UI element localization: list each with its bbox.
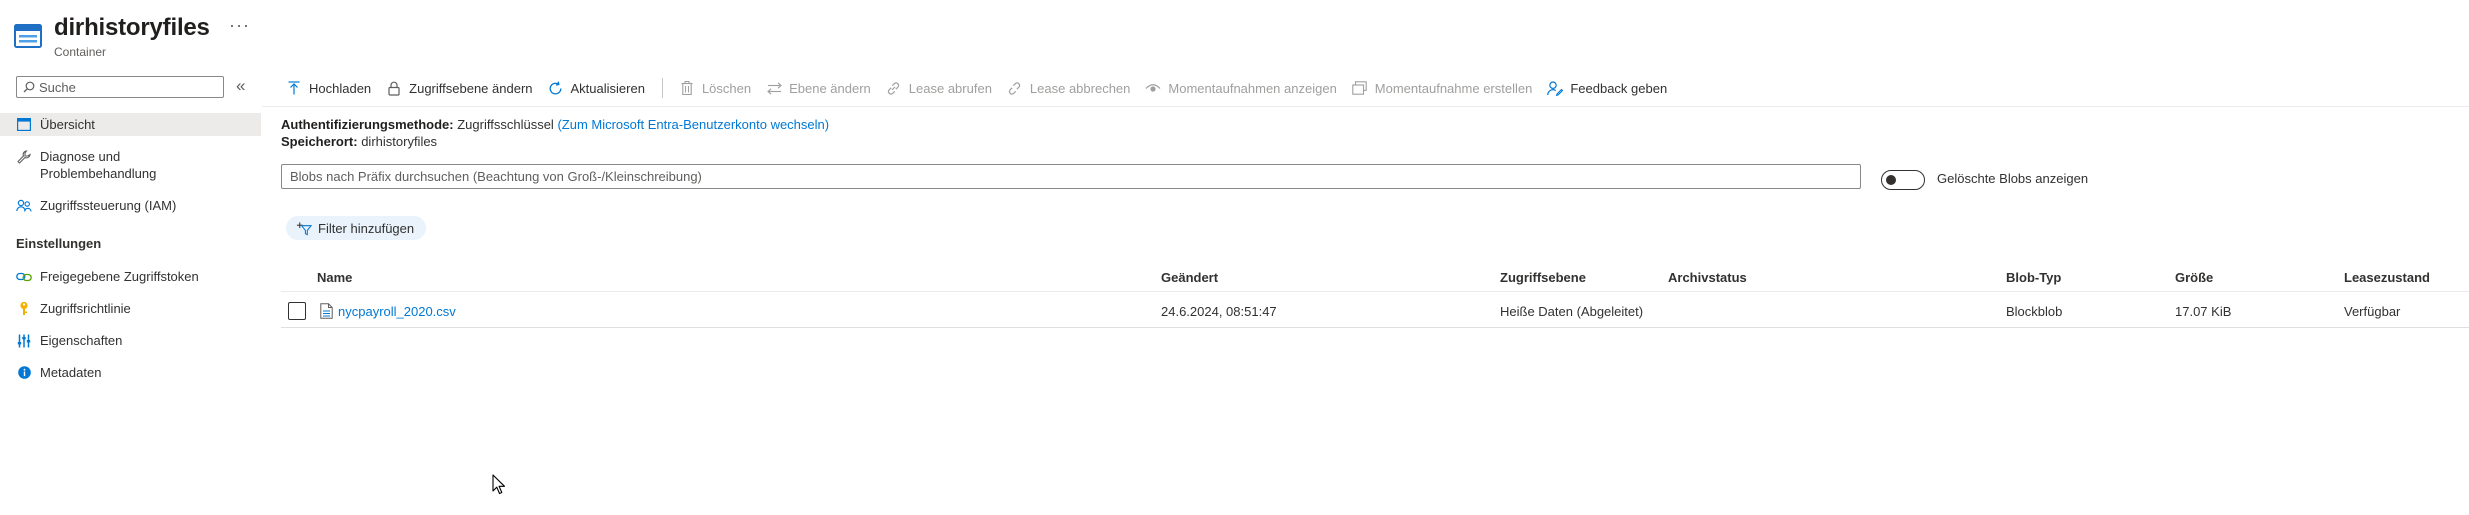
wrench-icon <box>16 148 32 165</box>
change-tier-button[interactable]: Ebene ändern <box>766 80 871 96</box>
switch-to-entra-link[interactable]: (Zum Microsoft Entra-Benutzerkonto wechs… <box>557 117 829 132</box>
blob-name-link[interactable]: nycpayroll_2020.csv <box>338 304 456 319</box>
sidebar-item-shared-access-tokens[interactable]: Freigegebene Zugriffstoken <box>0 268 261 288</box>
show-deleted-blobs-label: Gelöschte Blobs anzeigen <box>1937 171 2089 186</box>
column-header-blob-type[interactable]: Blob-Typ <box>2006 270 2061 285</box>
sidebar-item-metadata[interactable]: Metadaten <box>0 364 261 384</box>
upload-icon <box>286 80 302 96</box>
key-icon <box>16 300 32 317</box>
show-deleted-blobs-toggle[interactable] <box>1881 170 1925 190</box>
link-icon <box>16 268 32 285</box>
location-value: dirhistoryfiles <box>361 134 438 149</box>
feedback-label: Feedback geben <box>1570 80 1668 96</box>
table-row-divider <box>281 327 2469 328</box>
sidebar-item-label: Freigegebene Zugriffstoken <box>40 269 199 284</box>
eye-icon <box>1145 80 1161 96</box>
sidebar-item-overview[interactable]: Übersicht <box>0 113 261 136</box>
column-header-lease-state[interactable]: Leasezustand <box>2344 270 2430 285</box>
search-icon <box>23 81 35 93</box>
delete-label: Löschen <box>701 80 752 96</box>
auth-method-line: Authentifizierungsmethode: Zugriffsschlü… <box>281 117 829 132</box>
feedback-button[interactable]: Feedback geben <box>1547 80 1667 96</box>
cell-size: 17.07 KiB <box>2175 304 2232 319</box>
column-header-archive-status[interactable]: Archivstatus <box>1668 270 1747 285</box>
change-tier-label: Ebene ändern <box>789 80 871 96</box>
acquire-lease-button[interactable]: Lease abrufen <box>886 80 992 96</box>
acquire-lease-label: Lease abrufen <box>908 80 992 96</box>
cell-access-tier: Heiße Daten (Abgeleitet) <box>1500 304 1644 319</box>
file-icon <box>318 302 334 320</box>
blob-prefix-search-input[interactable] <box>282 165 1860 188</box>
sidebar-search-input[interactable] <box>39 79 219 95</box>
toggle-knob <box>1886 175 1896 185</box>
refresh-icon <box>548 80 564 96</box>
show-snapshots-button[interactable]: Momentaufnahmen anzeigen <box>1145 80 1337 96</box>
add-filter-button[interactable]: Filter hinzufügen <box>286 216 427 240</box>
add-filter-icon <box>296 220 312 236</box>
refresh-button[interactable]: Aktualisieren <box>548 80 645 96</box>
location-line: Speicherort: dirhistoryfiles <box>281 134 437 149</box>
page-title: dirhistoryfiles <box>54 14 210 41</box>
auth-method-value: Zugriffsschlüssel <box>457 117 554 132</box>
column-header-name[interactable]: Name <box>317 270 352 285</box>
cell-modified: 24.6.2024, 08:51:47 <box>1161 304 1277 319</box>
show-snapshots-label: Momentaufnahmen anzeigen <box>1168 80 1337 96</box>
collapse-sidebar-button[interactable]: « <box>236 76 245 96</box>
people-icon <box>16 197 32 214</box>
snapshot-icon <box>1352 80 1368 96</box>
sidebar-item-label: Diagnose und Problembehandlung <box>40 149 157 181</box>
sidebar-item-iam[interactable]: Zugriffssteuerung (IAM) <box>0 197 261 217</box>
cell-blob-type: Blockblob <box>2006 304 2063 319</box>
trash-icon <box>679 80 695 96</box>
sidebar-search[interactable] <box>16 76 224 98</box>
lock-icon <box>386 80 402 96</box>
create-snapshot-button[interactable]: Momentaufnahme erstellen <box>1352 80 1533 96</box>
properties-icon <box>16 332 32 349</box>
feedback-icon <box>1547 80 1564 96</box>
location-label: Speicherort: <box>281 134 358 149</box>
break-lease-button[interactable]: Lease abbrechen <box>1007 80 1130 96</box>
sidebar-section-settings: Einstellungen <box>16 236 102 251</box>
blob-prefix-search[interactable] <box>281 164 1861 189</box>
row-select-checkbox[interactable] <box>288 302 306 320</box>
delete-button[interactable]: Löschen <box>679 80 751 96</box>
toolbar-divider <box>262 106 2469 107</box>
page-subtitle: Container <box>54 45 107 59</box>
column-header-access-tier[interactable]: Zugriffsebene <box>1500 270 1586 285</box>
overview-icon <box>16 116 32 133</box>
sidebar-item-properties[interactable]: Eigenschaften <box>0 332 261 352</box>
change-access-level-button[interactable]: Zugriffsebene ändern <box>386 80 533 96</box>
unlink-icon <box>1007 80 1023 96</box>
more-actions-button[interactable]: ··· <box>229 15 250 36</box>
swap-arrows-icon <box>766 80 782 96</box>
command-bar: Hochladen Zugriffsebene ändern Aktualisi… <box>286 76 1682 100</box>
break-lease-label: Lease abbrechen <box>1029 80 1131 96</box>
storage-container-icon <box>14 22 42 50</box>
auth-method-label: Authentifizierungsmethode: <box>281 117 454 132</box>
link-icon <box>886 80 902 96</box>
sidebar-item-label: Zugriffsrichtlinie <box>40 301 131 316</box>
column-header-size[interactable]: Größe <box>2175 270 2213 285</box>
mouse-cursor-icon <box>492 474 506 496</box>
upload-label: Hochladen <box>309 80 372 96</box>
upload-button[interactable]: Hochladen <box>286 80 371 96</box>
sidebar-item-access-policy[interactable]: Zugriffsrichtlinie <box>0 300 261 320</box>
create-snapshot-label: Momentaufnahme erstellen <box>1374 80 1533 96</box>
table-header-divider <box>281 291 2469 292</box>
toolbar-separator <box>661 78 663 98</box>
sidebar-item-label: Eigenschaften <box>40 333 123 348</box>
refresh-label: Aktualisieren <box>570 80 645 96</box>
sidebar-item-label: Übersicht <box>40 117 95 132</box>
sidebar-item-label: Zugriffssteuerung (IAM) <box>40 198 177 213</box>
column-header-modified[interactable]: Geändert <box>1161 270 1218 285</box>
sidebar-item-diagnose[interactable]: Diagnose und Problembehandlung <box>0 148 261 182</box>
sidebar-item-label: Metadaten <box>40 365 102 380</box>
cell-lease-state: Verfügbar <box>2344 304 2401 319</box>
change-access-level-label: Zugriffsebene ändern <box>409 80 533 96</box>
info-icon <box>16 364 32 381</box>
add-filter-label: Filter hinzufügen <box>318 220 415 236</box>
